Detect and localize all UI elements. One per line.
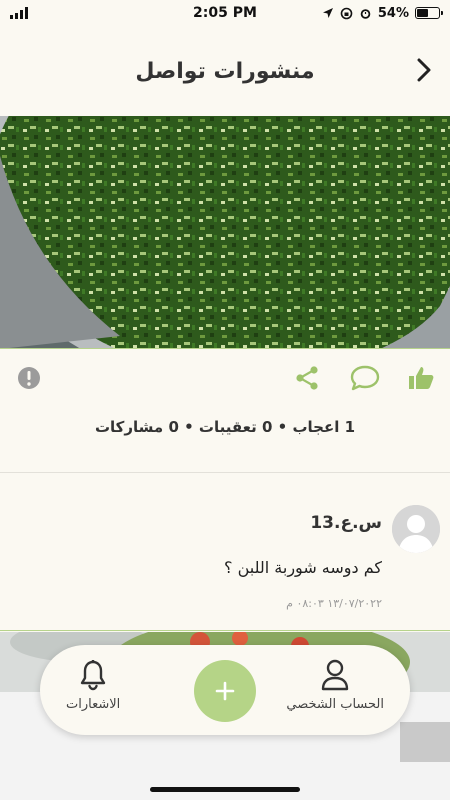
signal-icon xyxy=(10,7,28,19)
back-button[interactable] xyxy=(410,56,438,84)
post-stats: 1 اعجاب • 0 تعقيبات • 0 مشاركات xyxy=(94,418,356,436)
page-title: منشورات تواصل xyxy=(135,58,315,84)
user-icon xyxy=(322,659,349,691)
comment-text: كم دوسه شوربة اللبن ؟ xyxy=(224,558,382,577)
post-actions xyxy=(0,350,450,406)
nav-profile-label: الحساب الشخصي xyxy=(286,697,384,712)
add-post-button[interactable] xyxy=(194,660,256,722)
share-button[interactable] xyxy=(292,363,322,393)
thumbs-up-icon xyxy=(409,367,434,389)
battery-icon xyxy=(415,7,443,19)
location-icon xyxy=(322,8,333,18)
post-image xyxy=(0,116,450,349)
comment-item: س.ع.13 كم دوسه شوربة اللبن ؟ ١٣/٠٧/٢٠٢٢ … xyxy=(0,473,450,631)
plus-icon xyxy=(215,681,235,701)
nav-notifications-label: الاشعارات xyxy=(66,697,121,712)
header: منشورات تواصل xyxy=(0,26,450,116)
comment-date: ١٣/٠٧/٢٠٢٢ ٠٨:٠٣ م xyxy=(286,597,382,610)
comment-icon xyxy=(350,365,380,391)
comment-author: س.ع.13 xyxy=(310,513,382,533)
food-photo xyxy=(0,116,450,348)
report-icon xyxy=(18,367,40,389)
user-avatar-icon xyxy=(392,505,440,553)
bottom-nav: الحساب الشخصي الاشعارات xyxy=(40,645,410,735)
share-icon xyxy=(296,366,318,390)
home-indicator xyxy=(150,787,300,792)
nav-profile[interactable]: الحساب الشخصي xyxy=(286,659,384,712)
status-right: 54% xyxy=(322,5,443,21)
battery-percent: 54% xyxy=(377,5,409,21)
screen-lock-icon xyxy=(340,7,353,19)
like-button[interactable] xyxy=(406,363,436,393)
report-button[interactable] xyxy=(14,363,44,393)
avatar[interactable] xyxy=(392,505,440,553)
comment-button[interactable] xyxy=(350,363,380,393)
bell-icon xyxy=(80,660,106,691)
chevron-right-icon xyxy=(417,58,431,82)
alarm-icon xyxy=(360,8,371,19)
status-bar: 2:05 PM 54% xyxy=(0,0,450,26)
nav-notifications[interactable]: الاشعارات xyxy=(66,659,120,712)
